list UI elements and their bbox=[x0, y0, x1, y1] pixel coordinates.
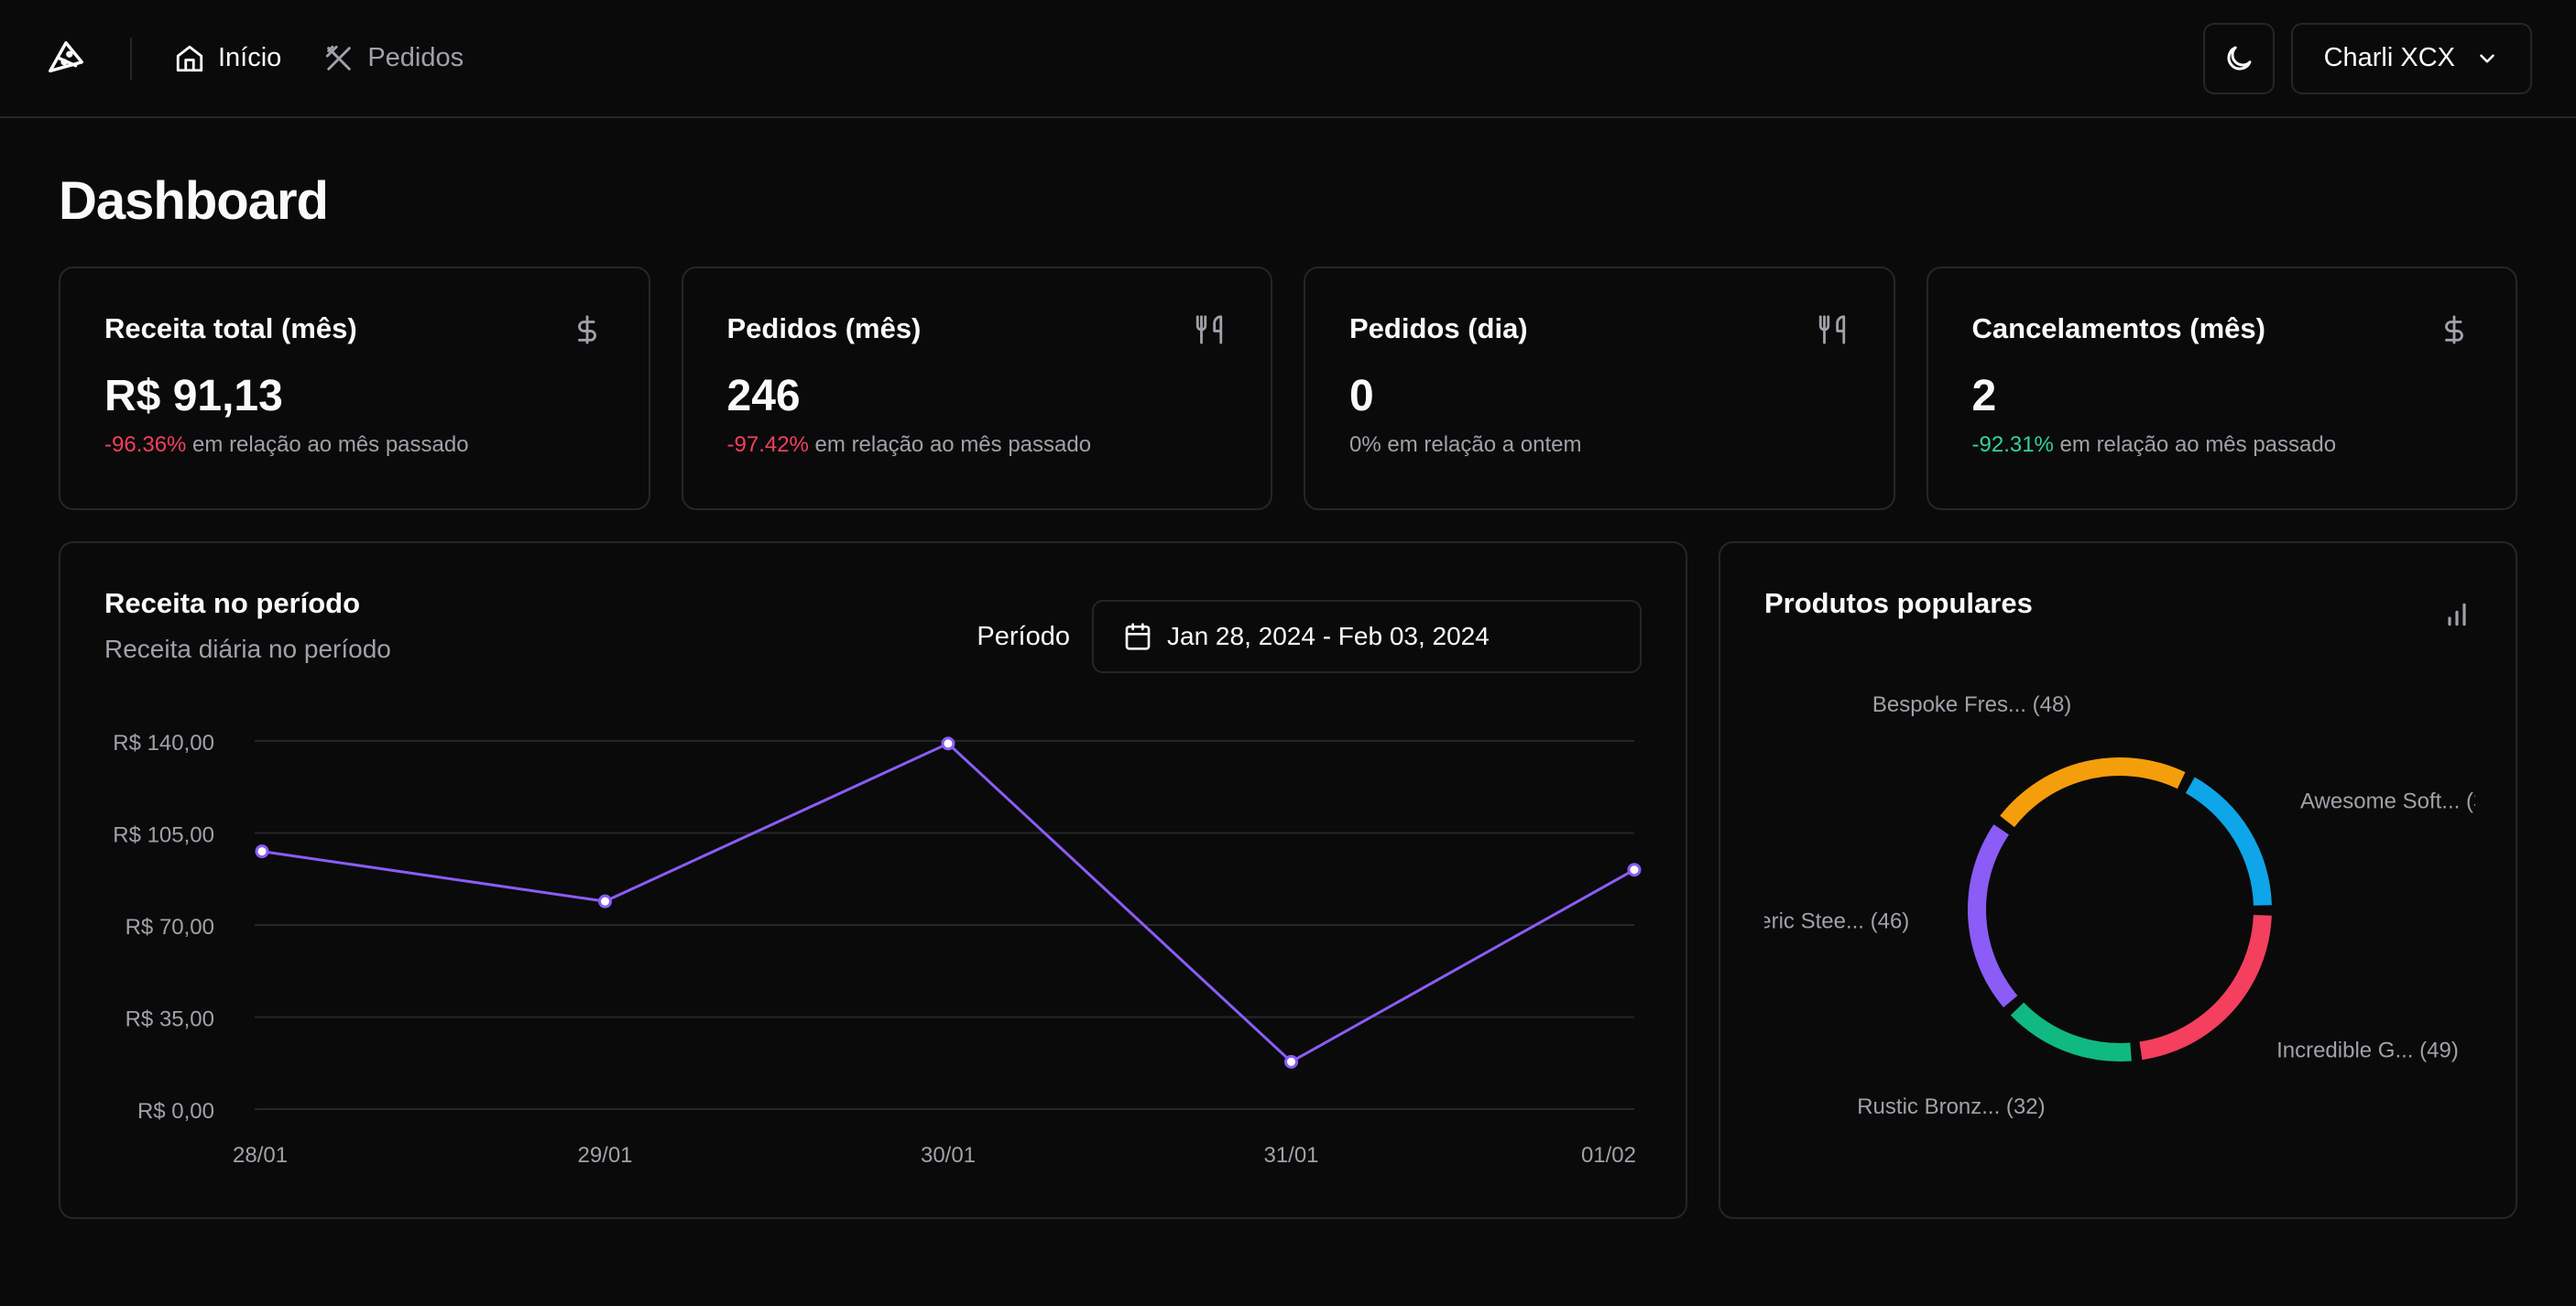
data-point[interactable] bbox=[1627, 863, 1642, 877]
top-bar: Início Pedidos Charli XCX bbox=[0, 0, 2576, 118]
card-value: 246 bbox=[726, 372, 801, 420]
data-point[interactable] bbox=[255, 844, 269, 859]
header-actions: Charli XCX bbox=[2202, 22, 2532, 94]
x-tick-label: 01/02 bbox=[1581, 1143, 1636, 1168]
slice-label: Bespoke Fres... (48) bbox=[1872, 692, 2071, 717]
bar-chart-icon bbox=[2448, 603, 2466, 626]
card-title: Cancelamentos (mês) bbox=[1971, 312, 2265, 344]
utensils-icon bbox=[1818, 315, 1845, 344]
slice-label: Awesome Soft... (37 bbox=[2300, 789, 2498, 813]
change-suffix: em relação ao mês passado bbox=[2053, 432, 2337, 457]
card-footnote: -96.36% em relação ao mês passado bbox=[104, 432, 605, 458]
x-tick-label: 28/01 bbox=[233, 1143, 288, 1168]
dollar-icon bbox=[2445, 315, 2463, 344]
user-name: Charli XCX bbox=[2323, 43, 2455, 72]
pizza-logo-icon[interactable] bbox=[44, 37, 88, 81]
change-percent: -97.42% bbox=[726, 432, 809, 457]
slice-label: neric Stee... (46) bbox=[1747, 909, 1909, 933]
metric-cards: Receita total (mês) R$ 91,13 -96.36% em … bbox=[59, 267, 2517, 510]
nav-item-label: Início bbox=[218, 43, 282, 72]
card-value: 0 bbox=[1349, 372, 1374, 420]
charts-row: R$ 140,00 R$ 105,00 R$ 70,00 R$ 35,00 R$ 0,0… bbox=[59, 541, 2517, 1219]
y-tick-label: R$ 0,00 bbox=[137, 1099, 214, 1124]
utensils-crossed-icon bbox=[326, 45, 352, 71]
change-percent: -96.36% bbox=[104, 432, 187, 457]
period-label: Período bbox=[977, 621, 1070, 651]
chevron-down-icon bbox=[2480, 53, 2494, 63]
y-tick-label: R$ 105,00 bbox=[113, 823, 214, 848]
donut-slice[interactable] bbox=[2139, 914, 2272, 1061]
card-title: Pedidos (mês) bbox=[726, 312, 922, 344]
date-range-value: Jan 28, 2024 - Feb 03, 2024 bbox=[1167, 622, 1490, 650]
metric-card-orders-day: Pedidos (dia) 0 0% em relação a ontem bbox=[1304, 267, 1895, 510]
y-tick-label: R$ 70,00 bbox=[126, 915, 214, 940]
data-point[interactable] bbox=[1284, 1054, 1298, 1069]
date-range-picker[interactable]: Jan 28, 2024 - Feb 03, 2024 bbox=[1092, 600, 1642, 673]
card-value: 2 bbox=[1971, 372, 1997, 420]
x-tick-label: 29/01 bbox=[577, 1143, 632, 1168]
theme-toggle-button[interactable] bbox=[2202, 22, 2275, 94]
change-suffix: em relação ao mês passado bbox=[808, 432, 1092, 457]
revenue-panel: R$ 140,00 R$ 105,00 R$ 70,00 R$ 35,00 R$ 0,0… bbox=[59, 541, 1687, 1219]
data-point[interactable] bbox=[598, 894, 612, 909]
card-footnote: -97.42% em relação ao mês passado bbox=[727, 432, 1228, 458]
card-title: Pedidos (dia) bbox=[1349, 312, 1528, 344]
x-tick-label: 30/01 bbox=[921, 1143, 976, 1168]
home-icon bbox=[176, 45, 203, 71]
nav-item-label: Pedidos bbox=[367, 43, 464, 72]
change-percent: 0% bbox=[1349, 432, 1381, 457]
revenue-series-line bbox=[261, 742, 1635, 1063]
calendar-icon bbox=[1125, 623, 1151, 650]
change-suffix: em relação ao mês passado bbox=[186, 432, 469, 457]
popular-products-donut-chart: Bespoke Fres... (48) Awesome Soft... (37 I… bbox=[1747, 692, 2498, 1119]
slice-label: Incredible G... (49) bbox=[2276, 1039, 2459, 1063]
y-tick-label: R$ 140,00 bbox=[113, 731, 214, 756]
card-footnote: 0% em relação a ontem bbox=[1349, 432, 1850, 458]
utensils-icon bbox=[1195, 315, 1223, 344]
card-value: R$ 91,13 bbox=[104, 372, 283, 420]
main-nav: Início Pedidos bbox=[174, 43, 464, 74]
donut-slice[interactable] bbox=[2185, 777, 2272, 906]
nav-item-inicio[interactable]: Início bbox=[174, 43, 281, 74]
metric-card-cancellations: Cancelamentos (mês) 2 -92.31% em relação… bbox=[1926, 267, 2517, 510]
change-suffix: em relação a ontem bbox=[1381, 432, 1582, 457]
page-title: Dashboard bbox=[59, 171, 329, 231]
y-tick-label: R$ 35,00 bbox=[126, 1007, 214, 1032]
x-tick-label: 31/01 bbox=[1263, 1143, 1318, 1168]
metric-card-revenue: Receita total (mês) R$ 91,13 -96.36% em … bbox=[59, 267, 650, 510]
donut-slice[interactable] bbox=[2010, 1002, 2132, 1061]
card-footnote: -92.31% em relação ao mês passado bbox=[1972, 432, 2472, 458]
change-percent: -92.31% bbox=[1971, 432, 2054, 457]
card-title: Receita total (mês) bbox=[104, 312, 357, 344]
account-menu-button[interactable]: Charli XCX bbox=[2290, 22, 2532, 94]
nav-item-pedidos[interactable]: Pedidos bbox=[323, 43, 464, 74]
popular-products-panel: Bespoke Fres... (48) Awesome Soft... (37 I… bbox=[1719, 541, 2517, 1219]
header-divider bbox=[130, 37, 132, 80]
donut-slice[interactable] bbox=[1968, 824, 2018, 1007]
slice-label: Rustic Bronz... (32) bbox=[1857, 1094, 2045, 1119]
period-filter: Período Jan 28, 2024 - Feb 03, 2024 bbox=[977, 600, 1642, 673]
data-point[interactable] bbox=[941, 736, 955, 751]
metric-card-orders-month: Pedidos (mês) 246 -97.42% em relação ao … bbox=[681, 267, 1272, 510]
main-content: Dashboard Receita total (mês) R$ 91,13 -… bbox=[0, 169, 2576, 1219]
moon-icon bbox=[2227, 46, 2252, 71]
dollar-icon bbox=[577, 315, 596, 344]
donut-slice[interactable] bbox=[2000, 757, 2186, 828]
